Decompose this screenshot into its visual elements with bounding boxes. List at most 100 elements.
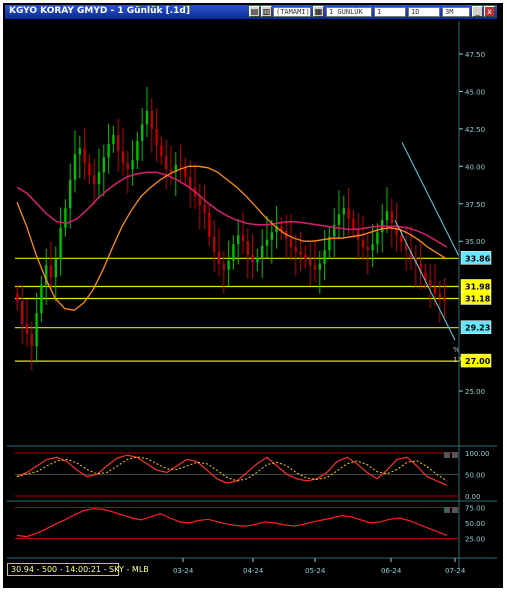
candle-body (69, 179, 72, 209)
candle-body (126, 163, 129, 170)
rsi-axis-label: 75.00 (465, 505, 485, 513)
candle-body (93, 175, 96, 185)
candle-body (390, 211, 393, 224)
candle-body (246, 241, 249, 255)
candle-body (241, 235, 245, 242)
candle-body (88, 163, 91, 176)
price-axis-label: 40.00 (465, 163, 485, 171)
candle-body (347, 208, 350, 219)
candle-body (102, 157, 105, 173)
candle-body (299, 251, 302, 255)
chart-window-frame: KGYO KORAY GMYD - 1 Günlük [.1d] ▤ ▥ (TA… (0, 0, 507, 592)
candle-body (49, 265, 53, 278)
price-axis-label: 45.00 (465, 88, 485, 96)
price-axis-label: 37.50 (465, 201, 485, 209)
candle-body (83, 148, 86, 164)
panel-close-icon[interactable] (452, 507, 458, 513)
candle-body (294, 247, 297, 252)
candle-body (179, 164, 182, 167)
candle-body (145, 110, 149, 125)
candle-body (16, 293, 19, 302)
candle-body (251, 254, 254, 263)
candle-body (376, 232, 379, 245)
rsi-axis-label: 50.00 (465, 520, 485, 528)
candle-body (141, 124, 144, 141)
candle-body (150, 110, 153, 129)
price-axis-label: 25.00 (465, 388, 485, 396)
bars-icon[interactable]: ▥ (261, 6, 272, 17)
stochastic-axis-label: 0.00 (465, 493, 481, 501)
time-axis-label: 06-24 (381, 567, 402, 575)
range-field[interactable]: 1D (408, 7, 440, 17)
chart-background (7, 21, 497, 581)
candle-body (318, 263, 321, 270)
candle-body (256, 257, 259, 263)
rsi-axis-label: 25.00 (465, 536, 485, 544)
stochastic-axis-label: 100.00 (465, 450, 490, 458)
price-badge-label: 31.98 (465, 282, 491, 291)
candle-body (443, 298, 446, 302)
candle-body (136, 140, 139, 161)
candle-body (342, 208, 345, 215)
candle-body (217, 251, 221, 264)
candle-body (64, 208, 67, 228)
span-field[interactable]: 3M (442, 7, 470, 17)
candle-body (169, 169, 173, 173)
candle-body (400, 235, 403, 243)
candle-body (323, 250, 326, 264)
candle-body (21, 301, 24, 324)
candle-body (121, 151, 125, 164)
candle-body (265, 239, 269, 246)
candle-body (189, 176, 192, 188)
candle-body (107, 143, 110, 158)
price-badge-label: 31.18 (465, 294, 491, 303)
stochastic-axis-label: 50.00 (465, 472, 485, 480)
chart-icon[interactable]: ▤ (249, 6, 260, 17)
window-title: KGYO KORAY GMYD - 1 Günlük [.1d] (9, 6, 190, 16)
candle-body (352, 218, 355, 230)
candle-body (366, 247, 369, 251)
interval-field[interactable]: 1 (374, 7, 406, 17)
candle-body (73, 154, 77, 180)
candle-body (371, 244, 374, 251)
price-axis-label: 47.50 (465, 51, 485, 59)
price-badge-label: 29.23 (465, 324, 490, 333)
candle-body (222, 263, 225, 270)
candle-body (270, 232, 273, 240)
price-badge-label: 33.86 (465, 254, 491, 263)
candle-body (203, 205, 206, 213)
candle-body (232, 244, 235, 261)
candle-body (25, 323, 29, 335)
period-field[interactable]: 1 GÜNLÜK (326, 7, 372, 17)
candle-body (165, 155, 168, 170)
symbol-filter-field[interactable]: (TAMAMI) (273, 7, 311, 17)
candle-body (78, 148, 81, 155)
candle-body (433, 287, 437, 294)
candle-body (237, 235, 240, 245)
time-axis-label: 05-24 (305, 567, 326, 575)
time-axis-label: 04-24 (243, 567, 264, 575)
panel-settings-icon[interactable] (444, 507, 450, 513)
candle-body (131, 160, 134, 170)
price-chart[interactable]: %17 100.0050.000.00 75.0050.0025.00 03-2… (7, 21, 497, 581)
candle-body (385, 211, 389, 221)
time-axis-label: 03-24 (173, 567, 194, 575)
candle-body (361, 239, 365, 248)
price-axis-label: 35.00 (465, 238, 485, 246)
candle-body (309, 259, 312, 266)
price-badge-label: 27.00 (465, 357, 491, 366)
title-bar[interactable]: KGYO KORAY GMYD - 1 Günlük [.1d] ▤ ▥ (TA… (5, 5, 497, 19)
panel-close-icon[interactable] (452, 452, 458, 458)
status-bar: 30.94 - 500 - 14:00:21 - SKY - MLB (7, 563, 149, 576)
candle-body (227, 260, 230, 270)
candle-body (59, 227, 62, 260)
candle-body (117, 134, 120, 152)
candle-body (112, 134, 115, 144)
minimize-icon[interactable]: _ (472, 6, 483, 17)
candle-body (313, 265, 317, 270)
panel-settings-icon[interactable] (444, 452, 450, 458)
candles-icon[interactable]: ▦ (313, 6, 324, 17)
candle-body (40, 284, 43, 314)
close-icon[interactable]: x (484, 6, 495, 17)
price-axis-label: 42.50 (465, 126, 485, 134)
